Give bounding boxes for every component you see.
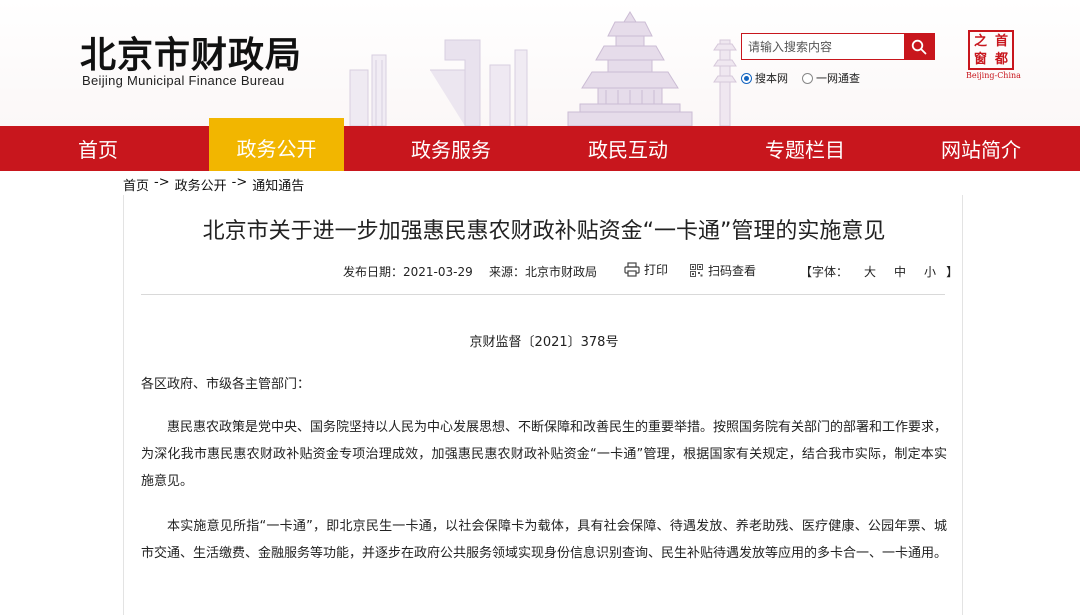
print-label: 打印	[644, 263, 669, 277]
nav-item-special-topics[interactable]: 专题栏目	[745, 126, 865, 171]
skyline-illustration	[349, 11, 737, 126]
main-nav: 首页 政务公开 政务服务 政民互动 专题栏目 网站简介	[0, 118, 1080, 171]
article-paragraph: 惠民惠农政策是党中央、国务院坚持以人民为中心发展思想、不断保障和改善民生的重要举…	[141, 420, 948, 489]
source-label: 来源：	[489, 265, 526, 279]
breadcrumb-separator: ->	[154, 175, 170, 190]
source-value: 北京市财政局	[525, 265, 598, 279]
breadcrumb-gov-affairs-open[interactable]: 政务公开	[175, 175, 227, 194]
qr-view-label: 扫码查看	[708, 264, 757, 278]
search-scope: 搜本网 一网通查	[741, 70, 874, 86]
font-size-label: 【字体：	[800, 265, 849, 279]
nav-item-gov-services[interactable]: 政务服务	[391, 126, 511, 171]
font-medium-button[interactable]: 中	[894, 263, 906, 280]
document-number: 京财监督〔2021〕378号	[469, 335, 619, 350]
seal-char: 窗	[973, 51, 987, 67]
article-panel: 北京市关于进一步加强惠民惠农财政补贴资金“一卡通”管理的实施意见 发布日期：20…	[123, 195, 963, 615]
site-header: 北京市财政局 Beijing Municipal Finance Bureau	[0, 0, 1080, 126]
breadcrumb-notices[interactable]: 通知通告	[252, 175, 304, 194]
qr-code-icon	[690, 264, 703, 277]
breadcrumb: 首页 -> 政务公开 -> 通知通告	[123, 175, 304, 194]
article-source: 来源：北京市财政局	[489, 263, 597, 280]
scope-all-option[interactable]: 一网通查	[802, 70, 860, 86]
capital-window-seal[interactable]: 之 首 窗 都	[968, 30, 1014, 70]
scope-all-label: 一网通查	[816, 72, 860, 85]
publish-date-value: 2021-03-29	[403, 265, 473, 279]
font-large-button[interactable]: 大	[864, 263, 876, 280]
font-size-bracket: 】	[946, 265, 959, 279]
article-paragraph: 本实施意见所指“一卡通”，即北京民生一卡通，以社会保障卡为载体，具有社会保障、待…	[141, 519, 948, 561]
nav-item-interaction[interactable]: 政民互动	[568, 126, 688, 171]
scope-site-label: 搜本网	[755, 72, 788, 85]
breadcrumb-home[interactable]: 首页	[123, 175, 149, 194]
seal-char: 之	[973, 33, 987, 49]
search-icon	[911, 39, 927, 54]
scope-all-radio[interactable]	[802, 72, 813, 84]
publish-date-label: 发布日期：	[343, 265, 404, 279]
seal-caption: Beijing-China	[966, 71, 1021, 80]
site-logo-subtitle: Beijing Municipal Finance Bureau	[82, 73, 285, 88]
search-box	[741, 33, 935, 60]
meta-divider	[141, 294, 945, 295]
seal-char: 首	[994, 33, 1008, 49]
nav-item-about[interactable]: 网站简介	[921, 126, 1041, 171]
font-size-control: 【字体： 大 中 小 】	[800, 263, 958, 280]
nav-item-gov-affairs-open[interactable]: 政务公开	[209, 118, 344, 171]
article-salutation: 各区政府、市级各主管部门：	[141, 377, 311, 392]
nav-item-home[interactable]: 首页	[38, 126, 158, 171]
search-input[interactable]	[742, 34, 904, 59]
seal-char: 都	[994, 51, 1008, 67]
qr-view-button[interactable]: 扫码查看	[690, 262, 756, 279]
scope-site-option[interactable]: 搜本网	[741, 70, 788, 86]
font-small-button[interactable]: 小	[924, 263, 936, 280]
site-logo-title[interactable]: 北京市财政局	[80, 26, 302, 78]
breadcrumb-separator: ->	[231, 175, 248, 190]
print-button[interactable]: 打印	[624, 261, 668, 278]
printer-icon	[624, 262, 640, 277]
search-button[interactable]	[904, 34, 934, 59]
scope-site-radio[interactable]	[741, 72, 752, 84]
article-title: 北京市关于进一步加强惠民惠农财政补贴资金“一卡通”管理的实施意见	[202, 219, 886, 244]
publish-date: 发布日期：2021-03-29	[343, 263, 473, 280]
